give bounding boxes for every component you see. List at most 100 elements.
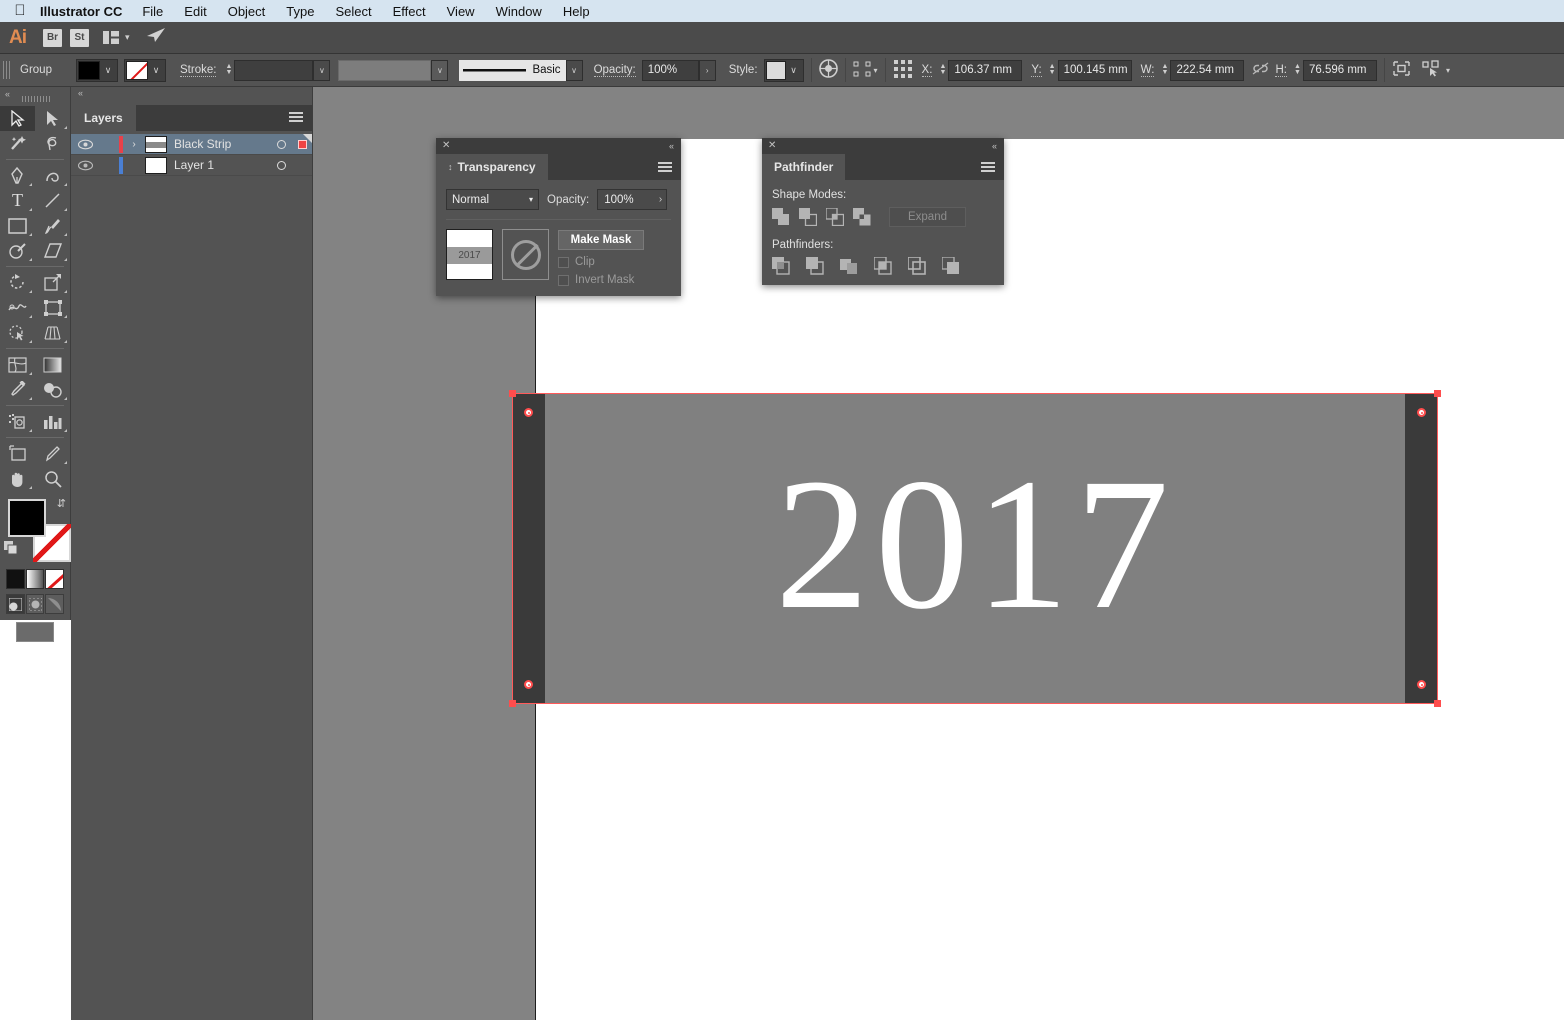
shape-builder-tool[interactable] [0,320,35,345]
fill-caret-icon[interactable]: ∨ [100,65,116,76]
merge-icon[interactable] [840,257,858,275]
brush-definition[interactable]: Basic [459,59,566,81]
layer-row-black-strip[interactable]: › Black Strip [71,134,312,155]
crop-icon[interactable] [873,256,892,275]
reference-point-selector[interactable] [893,59,915,82]
y-input[interactable]: 100.145 mm [1057,59,1132,81]
rotate-tool[interactable] [0,270,35,295]
control-bar-grip[interactable] [3,61,12,79]
gradient-tool[interactable] [35,352,70,377]
align-objects-caret-icon[interactable]: ▾ [1446,66,1450,75]
expand-layer-icon[interactable]: › [123,139,145,150]
default-fill-stroke-icon[interactable] [4,541,18,555]
share-icon[interactable] [146,27,166,48]
menu-item-window[interactable]: Window [496,4,542,19]
menu-item-edit[interactable]: Edit [184,4,206,19]
pen-tool[interactable] [0,163,35,188]
layer-row-layer-1[interactable]: Layer 1 [71,155,312,176]
collapse-icon[interactable]: « [78,88,83,98]
align-objects-icon[interactable] [1422,60,1441,80]
h-input[interactable]: 76.596 mm [1302,59,1377,81]
collapse-icon[interactable]: « [669,139,674,153]
align-caret-icon[interactable]: ▾ [874,66,878,75]
panel-menu-icon[interactable] [289,112,303,123]
draw-behind-button[interactable] [25,594,45,614]
menu-app-name[interactable]: Illustrator CC [40,4,122,19]
perspective-grid-tool[interactable] [35,320,70,345]
invert-mask-checkbox[interactable] [558,274,569,286]
h-stepper[interactable]: ▲ ▼ [1292,63,1303,76]
unite-icon[interactable] [772,208,790,226]
artboard-tool[interactable] [0,441,35,466]
width-tool[interactable] [0,295,35,320]
magic-wand-tool[interactable] [0,131,35,156]
clip-checkbox-row[interactable]: Clip [558,256,644,268]
scale-tool[interactable] [35,270,70,295]
align-to-selection-button[interactable] [853,61,871,80]
selection-tool[interactable] [0,106,35,131]
visibility-toggle-icon[interactable] [71,139,99,150]
outline-icon[interactable] [907,256,926,275]
bridge-button[interactable]: Br [43,28,62,47]
transparency-title-bar[interactable]: ✕ « [436,138,681,154]
collapse-icon[interactable]: « [5,89,10,99]
arrange-documents-button[interactable]: ▾ [103,31,130,44]
exclude-icon[interactable] [853,208,871,226]
stroke-swatch[interactable] [126,60,148,80]
menu-item-help[interactable]: Help [563,4,590,19]
hand-tool[interactable] [0,466,35,491]
type-tool[interactable]: T [0,188,35,213]
black-strip-artwork[interactable]: 2017 [513,394,1437,703]
divide-icon[interactable] [772,257,790,275]
swap-fill-stroke-icon[interactable]: ⇵ [57,497,66,510]
layer-name[interactable]: Black Strip [174,137,270,151]
w-stepper[interactable]: ▲ ▼ [1159,63,1170,76]
opacity-options-icon[interactable]: › [659,194,662,205]
stroke-label[interactable]: Stroke: [180,64,217,77]
rectangle-tool[interactable] [0,213,35,238]
tab-transparency[interactable]: ↕ Transparency [436,154,548,180]
clip-checkbox[interactable] [558,256,569,268]
mask-thumbnail[interactable] [502,229,549,280]
none-button[interactable] [45,569,65,589]
draw-normal-button[interactable] [6,594,25,614]
panel-menu-icon[interactable] [981,162,995,173]
zoom-tool[interactable] [35,466,70,491]
graphic-style-control[interactable]: ∨ [763,58,804,82]
direct-selection-tool[interactable] [35,106,70,131]
minus-front-icon[interactable] [799,208,818,227]
brush-dropdown[interactable]: ∨ [565,59,583,81]
tools-panel-grip[interactable] [22,96,50,102]
transform-icon[interactable] [1392,60,1411,80]
menu-item-effect[interactable]: Effect [393,4,426,19]
fill-color-swatch[interactable] [8,499,46,537]
tab-layers[interactable]: Layers [71,105,136,131]
style-caret-icon[interactable]: ∨ [786,65,802,76]
stroke-weight-dropdown[interactable]: ∨ [313,59,331,81]
x-input[interactable]: 106.37 mm [948,59,1023,81]
width-profile-dropdown[interactable]: ∨ [431,59,449,81]
layer-name[interactable]: Layer 1 [174,158,270,172]
pathfinder-title-bar[interactable]: ✕ « [762,138,1004,154]
stroke-weight-stepper[interactable]: ▲ ▼ [223,63,234,76]
opacity-label[interactable]: Opacity: [593,64,636,77]
object-thumbnail[interactable]: 2017 [446,229,493,280]
menu-item-select[interactable]: Select [335,4,371,19]
slice-tool[interactable] [35,441,70,466]
y-stepper[interactable]: ▲ ▼ [1047,63,1058,76]
screen-mode-button[interactable] [16,622,54,642]
minus-back-icon[interactable] [941,256,960,275]
column-graph-tool[interactable] [35,409,70,434]
collapse-icon[interactable]: « [992,139,997,153]
close-icon[interactable]: ✕ [442,139,450,153]
blend-mode-select[interactable]: Normal ▾ [446,189,539,210]
close-icon[interactable]: ✕ [768,139,776,153]
curvature-tool[interactable] [35,163,70,188]
stroke-caret-icon[interactable]: ∨ [148,65,164,76]
menu-item-file[interactable]: File [142,4,163,19]
panel-menu-icon[interactable] [658,162,672,173]
unlink-icon[interactable] [1252,62,1269,78]
menu-item-view[interactable]: View [447,4,475,19]
free-transform-tool[interactable] [35,295,70,320]
eraser-tool[interactable] [35,238,70,263]
